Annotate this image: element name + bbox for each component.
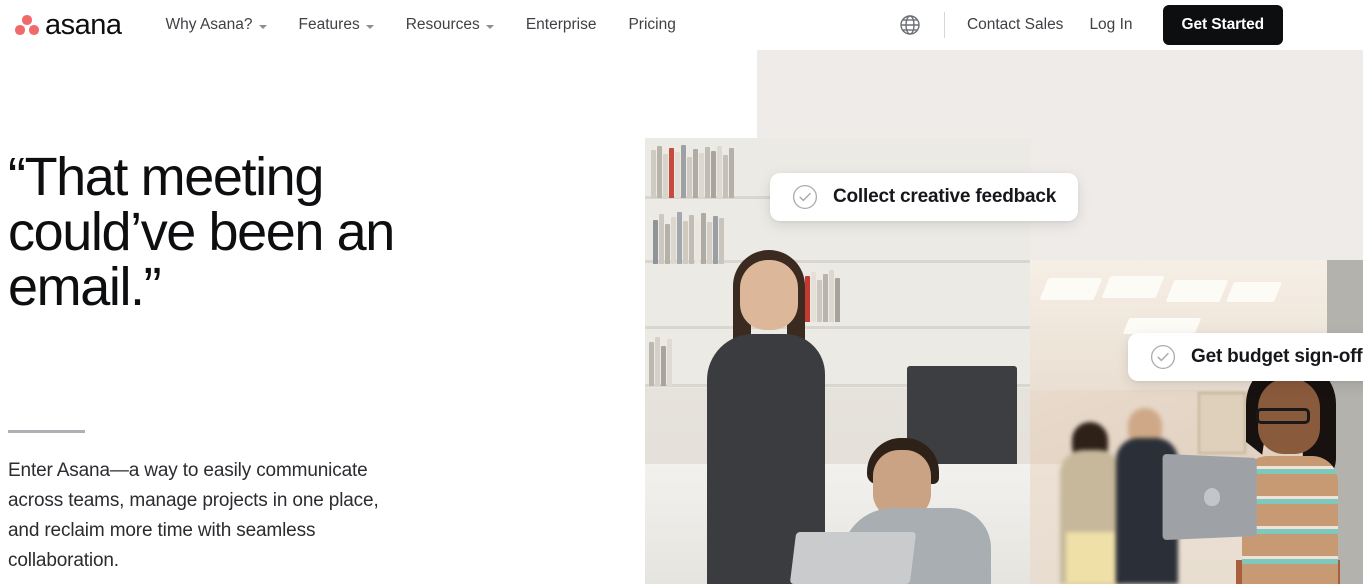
background-person-a-skirt [1066,532,1116,584]
primary-nav-links: Why Asana? Features Resources Enterprise… [166,16,676,34]
person-standing-head [740,260,798,330]
asana-dots-logo-icon [14,14,40,36]
asana-wordmark: asana [45,8,122,41]
task-card-collect-creative-feedback[interactable]: Collect creative feedback [770,173,1079,221]
photo-open-office [1030,260,1363,584]
nav-item-enterprise[interactable]: Enterprise [526,16,597,34]
hero-body-text: Enter Asana—a way to easily communicate … [8,460,379,571]
log-in-link[interactable]: Log In [1089,16,1132,34]
page-title: “That meeting could’ve been an email.” [8,147,395,317]
get-started-button[interactable]: Get Started [1162,5,1283,45]
contact-sales-link[interactable]: Contact Sales [967,16,1064,34]
nav-item-label: Resources [405,16,480,33]
nav-divider [943,12,945,38]
asana-logo[interactable]: asana [14,9,122,42]
nav-item-label: Enterprise [525,16,597,33]
nav-item-features[interactable]: Features [299,16,374,34]
top-navigation-bar: asana Why Asana? Features Resources Ente… [0,0,1363,50]
nav-actions: Contact Sales Log In Get Started [898,5,1283,45]
chevron-down-icon [365,24,374,29]
task-card-label: Get budget sign-off [1191,346,1363,367]
divider-rule [8,430,85,433]
nav-item-label: Pricing [628,16,676,33]
hero-text-block: “That meeting could’ve been an email.” [8,150,608,315]
globe-icon[interactable] [898,13,922,37]
chevron-down-icon [258,24,267,29]
nav-item-why-asana[interactable]: Why Asana? [166,16,267,34]
laptop-logo-icon [1204,488,1220,506]
nav-item-label: Why Asana? [165,16,253,33]
check-circle-icon [792,184,818,210]
nav-item-pricing[interactable]: Pricing [628,16,675,34]
check-circle-icon [1150,344,1176,370]
nav-item-label: Features [298,16,360,33]
page-root: asana Why Asana? Features Resources Ente… [0,0,1363,584]
nav-item-resources[interactable]: Resources [406,16,494,34]
laptop-icon [789,532,917,584]
task-card-label: Collect creative feedback [833,186,1057,207]
chevron-down-icon [485,24,494,29]
wall-artwork [1198,392,1246,454]
eyeglasses-icon [1256,408,1310,424]
task-card-get-budget-sign-off[interactable]: Get budget sign-off [1128,333,1363,381]
